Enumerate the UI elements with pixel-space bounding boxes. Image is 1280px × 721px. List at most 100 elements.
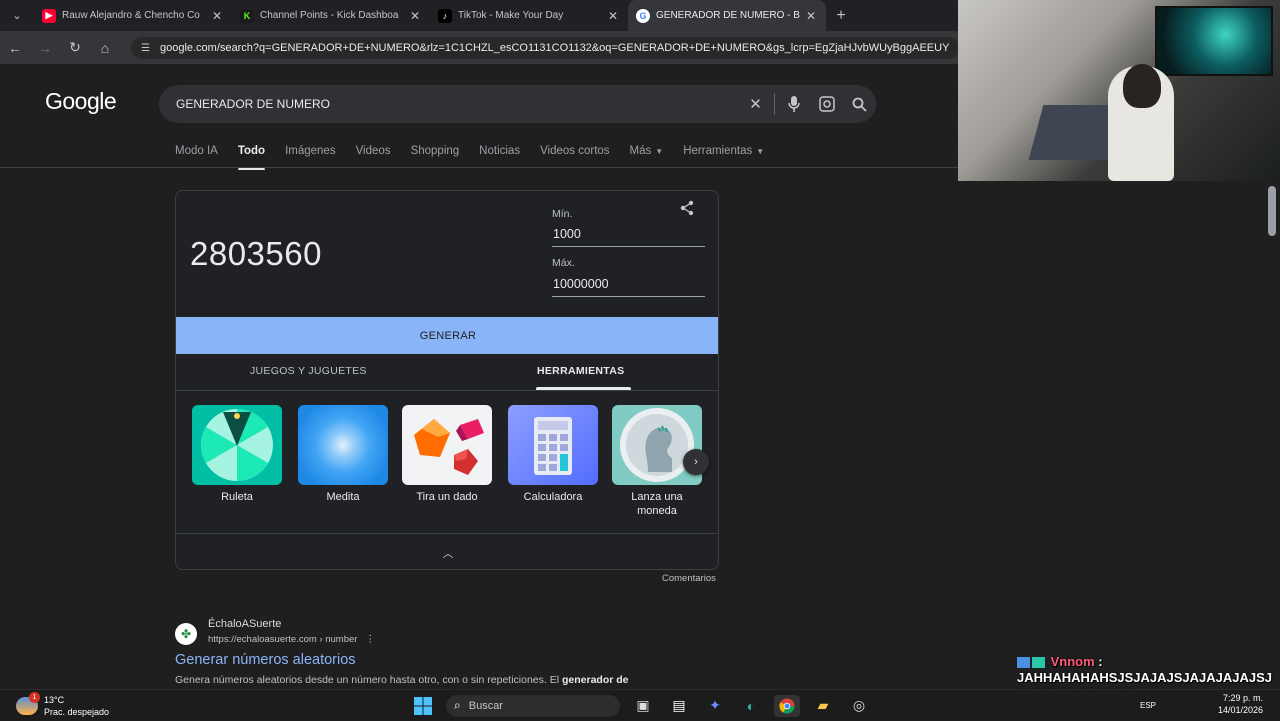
tool-label: Lanza una moneda	[631, 491, 683, 517]
search-box[interactable]: GENERADOR DE NUMERO ✕	[159, 85, 876, 123]
browser-tab-active[interactable]: G GENERADOR DE NUMERO - Bu ✕	[628, 0, 826, 31]
home-icon[interactable]: ⌂	[90, 31, 120, 64]
youtube-icon: ▶	[42, 8, 56, 23]
back-icon[interactable]: ←	[0, 31, 30, 64]
roulette-icon	[192, 405, 282, 485]
task-view-icon[interactable]: ▣	[630, 695, 656, 717]
tab-noticias[interactable]: Noticias	[479, 144, 520, 168]
tab-title: Rauw Alejandro & Chencho Co	[62, 10, 200, 21]
result-url-text: https://echaloasuerte.com › number	[208, 634, 358, 645]
weather-icon: 1	[16, 691, 40, 715]
windows-start-icon[interactable]	[410, 695, 436, 717]
tool-ruleta[interactable]: Ruleta	[192, 405, 282, 504]
result-site-name[interactable]: ÉchaloASuerte	[208, 618, 281, 630]
browser-tab[interactable]: ♪ TikTok - Make Your Day ✕	[430, 0, 628, 31]
chat-colon: :	[1094, 654, 1103, 669]
number-generator-card: 2803560 Mín. 1000 Máx. 10000000 GENERAR …	[175, 190, 719, 570]
tool-label: Calculadora	[523, 491, 583, 503]
copilot-icon[interactable]: ✦	[702, 695, 728, 717]
lens-icon[interactable]	[810, 96, 843, 112]
min-input[interactable]: 1000	[552, 225, 705, 247]
tool-category-tabs: JUEGOS Y JUGUETES HERRAMIENTAS	[176, 354, 718, 391]
generate-button[interactable]: GENERAR	[176, 317, 718, 354]
new-tab-icon[interactable]: +	[826, 0, 856, 31]
tab-mas-label: Más	[629, 145, 652, 157]
tab-videos[interactable]: Videos	[356, 144, 391, 168]
chevron-down-icon: ▼	[756, 147, 765, 156]
tool-label: Medita	[326, 491, 360, 503]
tool-medita[interactable]: Medita	[298, 405, 388, 504]
store-icon[interactable]: ▤	[666, 695, 692, 717]
generated-number: 2803560	[190, 235, 322, 272]
search-nav-tabs: Modo IA Todo Imágenes Videos Shopping No…	[175, 144, 784, 170]
taskbar-clock[interactable]: 7:29 p. m. 14/01/2026	[1205, 692, 1263, 716]
tab-juegos-y-juguetes[interactable]: JUEGOS Y JUGUETES	[250, 365, 367, 377]
tab-imagenes[interactable]: Imágenes	[285, 144, 336, 168]
notification-badge: 1	[29, 691, 40, 703]
tab-search-icon[interactable]: ⌄	[0, 0, 34, 31]
result-snippet: Genera números aleatorios desde un númer…	[175, 674, 715, 686]
taskbar-apps: ⌕ Buscar ▣ ▤ ✦ ◐ ▰ ◎	[405, 690, 877, 721]
tab-todo[interactable]: Todo	[237, 144, 266, 170]
close-tab-icon[interactable]: ✕	[410, 9, 420, 23]
chevron-down-icon: ▼	[655, 147, 664, 156]
tab-shopping[interactable]: Shopping	[411, 144, 460, 168]
forward-icon[interactable]: →	[30, 31, 60, 64]
search-separator	[774, 93, 775, 115]
temperature: 13°C	[44, 694, 65, 705]
page-scrollbar[interactable]	[1268, 186, 1276, 236]
search-icon[interactable]	[843, 97, 876, 112]
browser-tab[interactable]: K Channel Points - Kick Dashboa ✕	[232, 0, 430, 31]
tab-videos-cortos[interactable]: Videos cortos	[540, 144, 609, 168]
tab-herramientas[interactable]: Herramientas ▼	[683, 144, 764, 168]
file-explorer-icon[interactable]: ▰	[810, 695, 836, 717]
weather-widget[interactable]: 1 13°C Prac. despejado	[16, 690, 109, 721]
browser-tab[interactable]: ▶ Rauw Alejandro & Chencho Co ✕	[34, 0, 232, 31]
site-info-icon[interactable]: ☰	[141, 43, 150, 54]
tab-herramientas-tools[interactable]: HERRAMIENTAS	[537, 365, 624, 377]
snippet-text: Genera números aleatorios desde un númer…	[175, 674, 562, 686]
close-tab-icon[interactable]: ✕	[212, 9, 222, 23]
google-logo[interactable]: Google	[45, 88, 117, 115]
taskbar-search[interactable]: ⌕ Buscar	[446, 694, 620, 717]
reload-icon[interactable]: ↻	[60, 31, 90, 64]
windows-taskbar: 1 13°C Prac. despejado ⌕ Buscar ▣ ▤ ✦ ◐ …	[0, 689, 1280, 720]
language-indicator[interactable]: ESP	[1140, 701, 1156, 710]
tab-modo-ia[interactable]: Modo IA	[175, 144, 218, 168]
edge-icon[interactable]: ◐	[738, 695, 764, 717]
webcam-overlay	[958, 0, 1280, 181]
close-tab-icon[interactable]: ✕	[608, 9, 618, 23]
tab-title: Channel Points - Kick Dashboa	[260, 10, 399, 21]
address-bar[interactable]: ☰ google.com/search?q=GENERADOR+DE+NUMER…	[131, 37, 959, 59]
tool-label: Tira un dado	[416, 491, 478, 503]
search-icon: ⌕	[454, 698, 461, 712]
chat-username: Vnnom	[1050, 654, 1095, 669]
max-input[interactable]: 10000000	[552, 275, 705, 297]
snippet-bold: generador de	[561, 674, 629, 686]
feedback-link[interactable]: Comentarios	[662, 573, 716, 584]
carousel-next-chevron-icon[interactable]: ›	[683, 449, 709, 475]
tools-carousel: Ruleta Medita Tira un dado Calculadora L…	[192, 405, 718, 525]
obs-icon[interactable]: ◎	[846, 695, 872, 717]
kick-icon: K	[240, 8, 254, 23]
tab-mas[interactable]: Más ▼	[630, 144, 664, 168]
clock-date: 14/01/2026	[1217, 705, 1263, 715]
search-input[interactable]: GENERADOR DE NUMERO	[176, 97, 739, 111]
more-options-icon[interactable]: ⋮	[365, 634, 375, 645]
google-icon: G	[636, 8, 650, 23]
weather-condition: Prac. despejado	[44, 706, 110, 717]
microphone-icon[interactable]	[777, 96, 810, 112]
system-tray: ESP	[1100, 690, 1156, 721]
tab-title: TikTok - Make Your Day	[458, 10, 564, 21]
share-icon[interactable]	[679, 200, 695, 221]
clear-icon[interactable]: ✕	[739, 95, 772, 113]
collapse-chevron-up-icon[interactable]: ︿	[176, 533, 718, 569]
tool-calculadora[interactable]: Calculadora	[508, 405, 598, 504]
result-title-link[interactable]: Generar números aleatorios	[175, 652, 356, 668]
close-tab-icon[interactable]: ✕	[806, 9, 816, 23]
result-url[interactable]: https://echaloasuerte.com › number ⋮	[208, 634, 375, 645]
verified-badge-icon	[1032, 657, 1045, 669]
chrome-icon[interactable]	[774, 694, 800, 717]
taskbar-search-placeholder: Buscar	[468, 699, 503, 712]
tool-dado[interactable]: Tira un dado	[402, 405, 492, 504]
